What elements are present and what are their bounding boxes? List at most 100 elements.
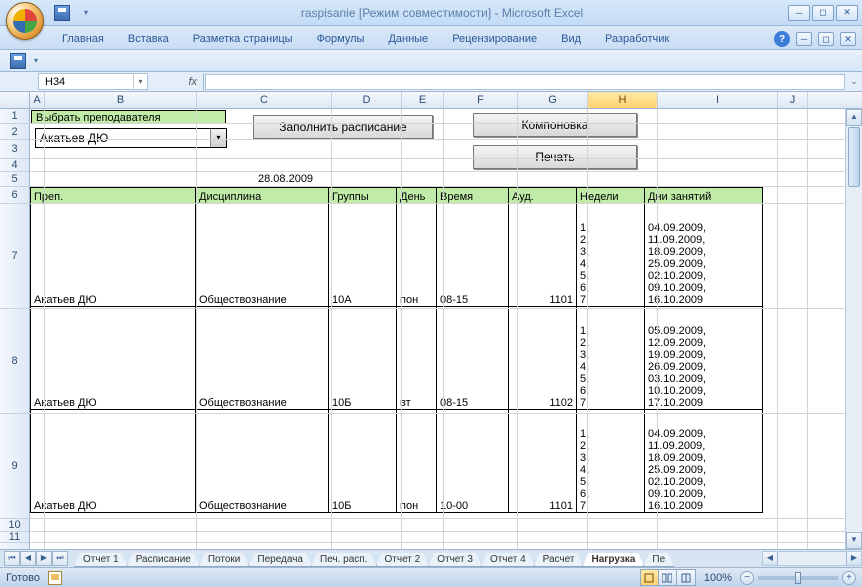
sheet-tab-Отчет 1[interactable]: Отчет 1 xyxy=(74,553,128,567)
col-header-D[interactable]: D xyxy=(332,92,402,108)
fill-schedule-button[interactable]: Заполнить расписание xyxy=(253,115,433,139)
name-box[interactable]: H34 ▾ xyxy=(38,73,148,90)
tab-nav-prev[interactable]: ◀ xyxy=(20,551,36,566)
col-header-F[interactable]: F xyxy=(444,92,518,108)
row-header-1[interactable]: 1 xyxy=(0,109,29,124)
row-header-4[interactable]: 4 xyxy=(0,159,29,172)
col-header-C[interactable]: C xyxy=(197,92,332,108)
vertical-scrollbar[interactable]: ▲ ▼ xyxy=(845,109,862,549)
table-cell[interactable]: вт xyxy=(397,307,437,410)
name-box-dropdown[interactable]: ▾ xyxy=(133,74,147,89)
scroll-thumb[interactable] xyxy=(848,127,860,187)
horizontal-scrollbar[interactable]: ◀ ▶ xyxy=(762,551,862,566)
qat-save[interactable] xyxy=(52,3,72,23)
maximize-button[interactable]: ◻ xyxy=(812,5,834,21)
hscroll-right[interactable]: ▶ xyxy=(846,552,861,565)
print-button[interactable]: Печать xyxy=(473,145,637,169)
view-page-break[interactable] xyxy=(677,570,695,585)
ribbon-tab-Данные[interactable]: Данные xyxy=(376,29,440,49)
row-header-3[interactable]: 3 xyxy=(0,140,29,159)
table-cell[interactable]: 08-15 xyxy=(437,204,509,307)
sheet-tab-Расписание[interactable]: Расписание xyxy=(127,553,200,567)
col-header-J[interactable]: J xyxy=(778,92,808,108)
table-cell[interactable]: пон xyxy=(397,410,437,513)
ribbon-minimize[interactable]: ─ xyxy=(796,32,812,46)
teacher-combo-button[interactable]: ▾ xyxy=(210,129,226,147)
toolbar-save[interactable] xyxy=(8,51,28,71)
macro-record-icon[interactable] xyxy=(48,571,62,585)
sheet-tab-Отчет 4[interactable]: Отчет 4 xyxy=(481,553,535,567)
table-cell[interactable]: Обществознание xyxy=(196,307,329,410)
table-cell[interactable]: 05.09.2009, 12.09.2009, 19.09.2009, 26.0… xyxy=(645,307,763,410)
col-header-G[interactable]: G xyxy=(518,92,588,108)
help-button[interactable]: ? xyxy=(774,31,790,47)
table-cell[interactable]: 1102 xyxy=(509,307,577,410)
table-cell[interactable]: Обществознание xyxy=(196,410,329,513)
row-header-6[interactable]: 6 xyxy=(0,187,29,204)
sheet-tab-Потоки[interactable]: Потоки xyxy=(199,553,250,567)
ribbon-tab-Разработчик[interactable]: Разработчик xyxy=(593,29,681,49)
table-cell[interactable]: пон xyxy=(397,204,437,307)
col-header-E[interactable]: E xyxy=(402,92,444,108)
view-page-layout[interactable] xyxy=(659,570,677,585)
table-cell[interactable]: 04.09.2009, 11.09.2009, 18.09.2009, 25.0… xyxy=(645,410,763,513)
table-cell[interactable]: 10Б xyxy=(329,410,397,513)
scroll-up-button[interactable]: ▲ xyxy=(846,109,862,126)
sheet-tab-Отчет 2[interactable]: Отчет 2 xyxy=(376,553,430,567)
tab-nav-next[interactable]: ▶ xyxy=(36,551,52,566)
minimize-button[interactable]: ─ xyxy=(788,5,810,21)
table-cell[interactable]: 08-15 xyxy=(437,307,509,410)
table-cell[interactable]: 1101 xyxy=(509,410,577,513)
row-header-11[interactable]: 11 xyxy=(0,532,29,543)
sheet-tab-Нагрузка[interactable]: Нагрузка xyxy=(582,553,644,567)
select-all-corner[interactable] xyxy=(0,92,30,108)
row-header-2[interactable]: 2 xyxy=(0,124,29,140)
ribbon-tab-Вставка[interactable]: Вставка xyxy=(116,29,181,49)
zoom-slider[interactable] xyxy=(758,576,838,580)
hscroll-left[interactable]: ◀ xyxy=(763,552,778,565)
teacher-combo[interactable]: Акатьев ДЮ ▾ xyxy=(35,128,227,148)
table-cell[interactable]: 10-00 xyxy=(437,410,509,513)
row-header-7[interactable]: 7 xyxy=(0,204,29,309)
workbook-close[interactable]: ✕ xyxy=(840,32,856,46)
row-header-9[interactable]: 9 xyxy=(0,414,29,519)
close-button[interactable]: ✕ xyxy=(836,5,858,21)
sheet-tab-Печ. расп.[interactable]: Печ. расп. xyxy=(311,553,377,567)
fx-icon[interactable]: fx xyxy=(148,73,204,91)
sheet-tab-Расчет[interactable]: Расчет xyxy=(534,553,584,567)
table-cell[interactable]: 1101 xyxy=(509,204,577,307)
col-header-B[interactable]: B xyxy=(45,92,197,108)
ribbon-tab-Формулы[interactable]: Формулы xyxy=(305,29,377,49)
ribbon-tab-Разметка страницы[interactable]: Разметка страницы xyxy=(181,29,305,49)
col-header-H[interactable]: H xyxy=(588,92,658,108)
tab-nav-last[interactable]: ⏭ xyxy=(52,551,68,566)
ribbon-tab-Вид[interactable]: Вид xyxy=(549,29,593,49)
table-cell[interactable]: Обществознание xyxy=(196,204,329,307)
formula-bar-expand[interactable]: ⌄ xyxy=(846,76,862,87)
row-header-5[interactable]: 5 xyxy=(0,172,29,187)
col-header-I[interactable]: I xyxy=(658,92,778,108)
sheet-tab-Пе[interactable]: Пе xyxy=(643,553,674,567)
workbook-restore[interactable]: ◻ xyxy=(818,32,834,46)
toolbar-save-dropdown[interactable]: ▾ xyxy=(34,56,38,65)
ribbon-tab-Главная[interactable]: Главная xyxy=(50,29,116,49)
zoom-out[interactable]: − xyxy=(740,571,754,585)
tab-nav-first[interactable]: ⏮ xyxy=(4,551,20,566)
col-header-A[interactable]: A xyxy=(30,92,45,108)
sheet-tab-Передача[interactable]: Передача xyxy=(248,553,312,567)
table-cell[interactable]: Акатьев ДЮ xyxy=(31,410,196,513)
view-normal[interactable] xyxy=(641,570,659,585)
row-header-8[interactable]: 8 xyxy=(0,309,29,414)
sheet-tab-Отчет 3[interactable]: Отчет 3 xyxy=(428,553,482,567)
ribbon-tab-Рецензирование[interactable]: Рецензирование xyxy=(440,29,549,49)
office-button[interactable] xyxy=(6,2,44,40)
table-cell[interactable]: Акатьев ДЮ xyxy=(31,307,196,410)
formula-bar[interactable] xyxy=(205,74,845,90)
table-cell[interactable]: 04.09.2009, 11.09.2009, 18.09.2009, 25.0… xyxy=(645,204,763,307)
table-cell[interactable]: 10А xyxy=(329,204,397,307)
scroll-down-button[interactable]: ▼ xyxy=(846,532,862,549)
layout-button[interactable]: Компоновка xyxy=(473,113,637,137)
table-cell[interactable]: Акатьев ДЮ xyxy=(31,204,196,307)
table-cell[interactable]: 10Б xyxy=(329,307,397,410)
zoom-in[interactable]: + xyxy=(842,571,856,585)
